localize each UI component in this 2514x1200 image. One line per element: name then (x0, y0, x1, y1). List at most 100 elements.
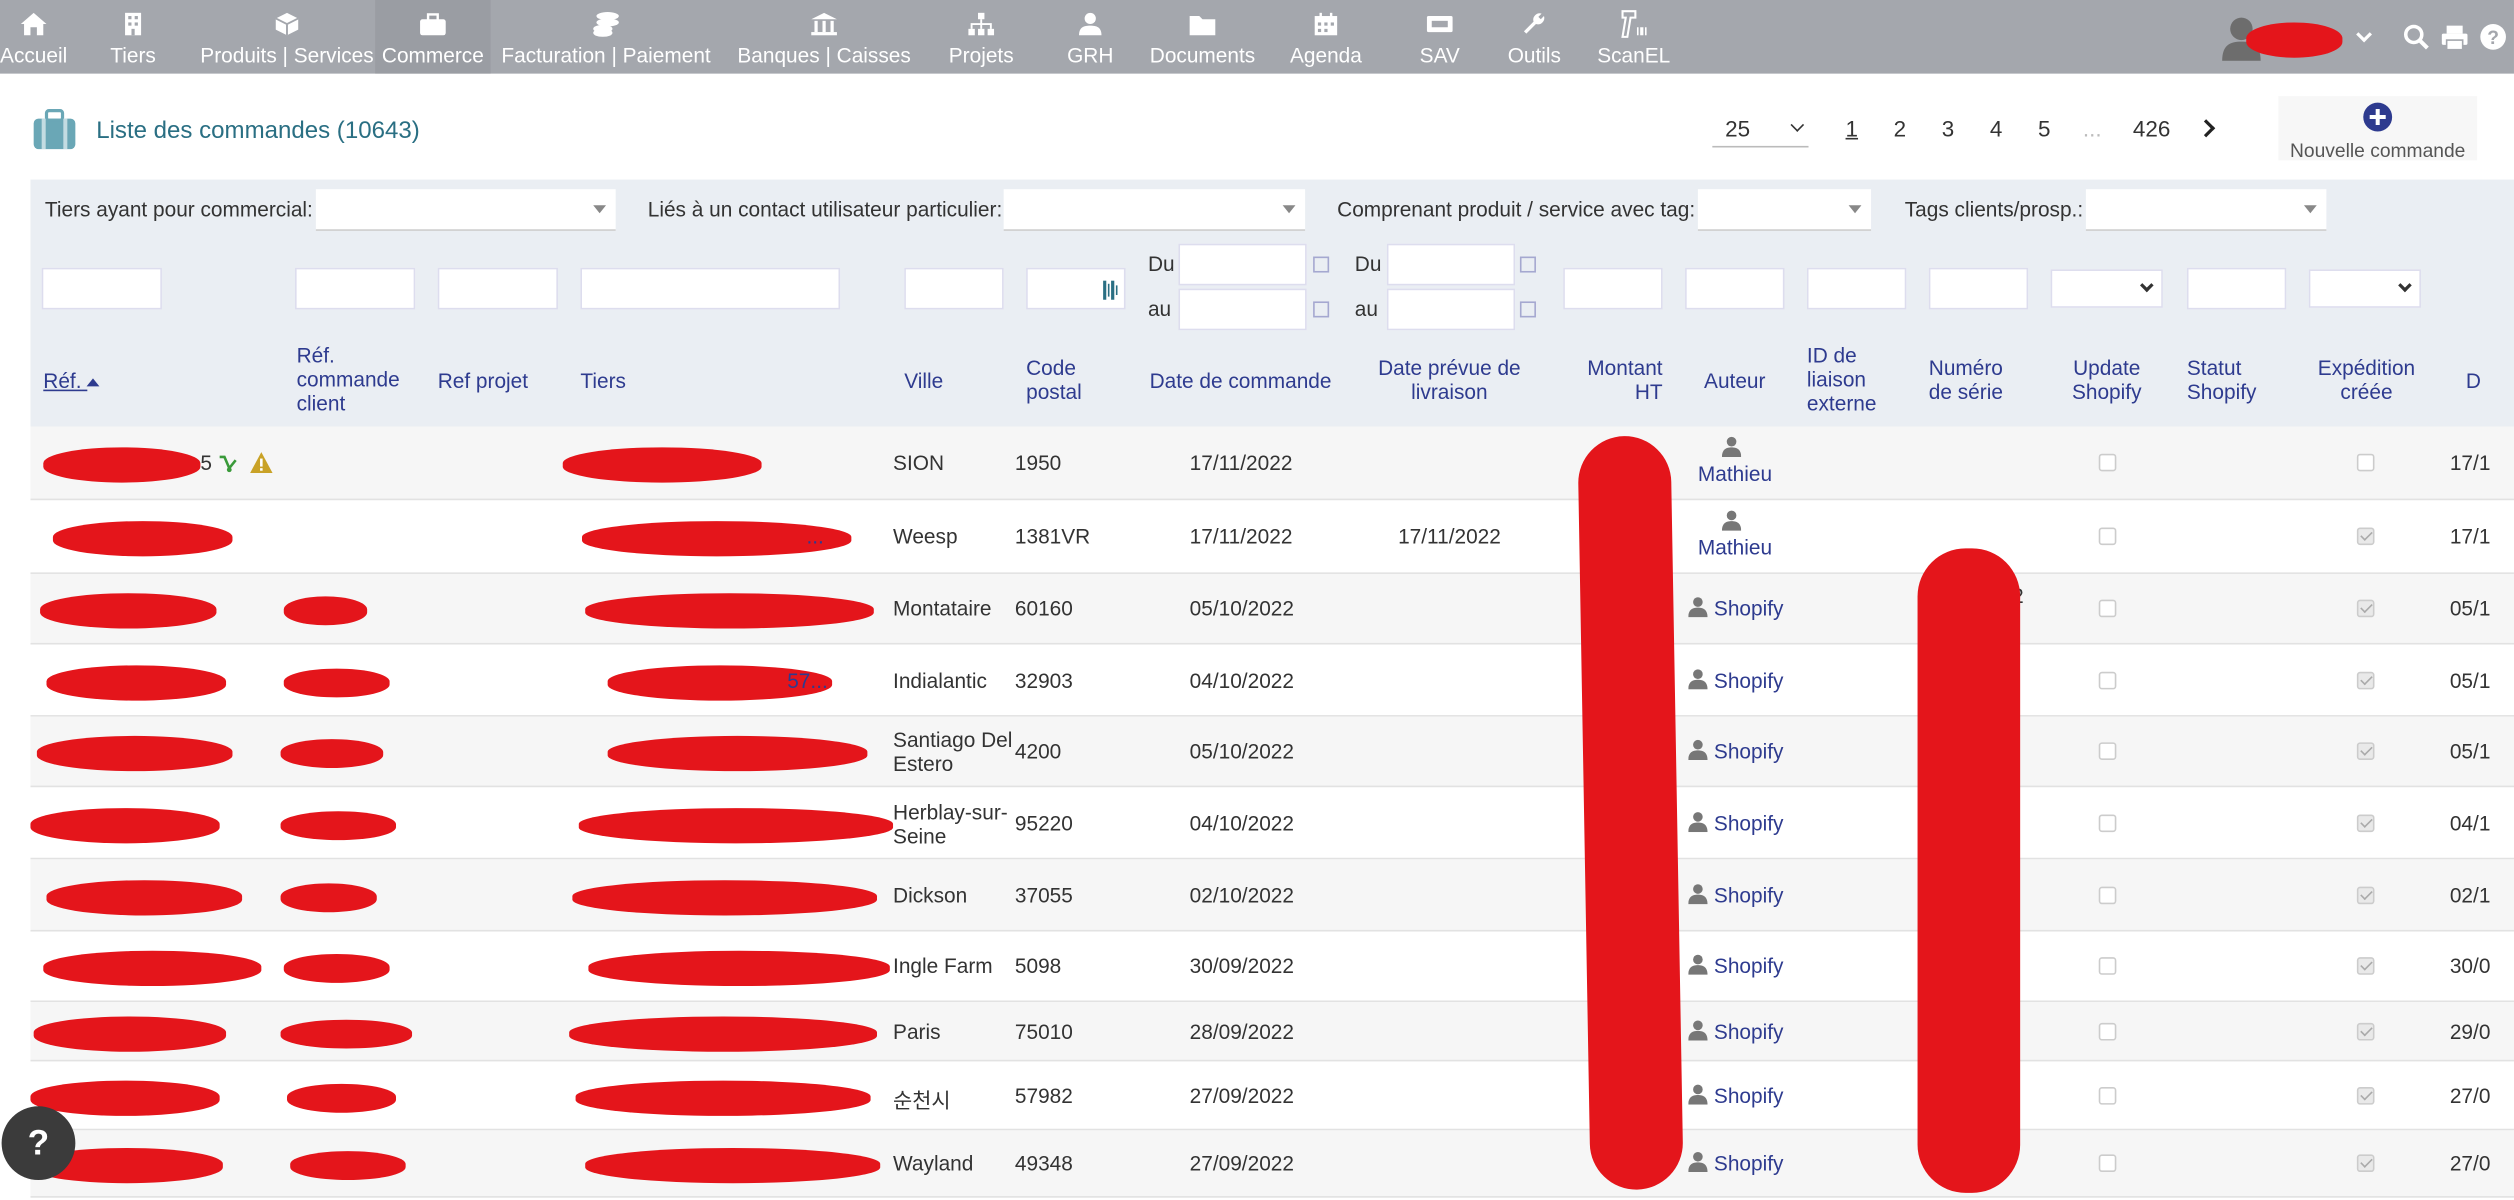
table-row[interactable]: 5 SION 1950 17/11/2022 Mathieu 17/1 (30, 426, 2514, 501)
filter-contact-select[interactable] (1003, 189, 1306, 231)
nav-accueil[interactable]: Accueil (0, 0, 67, 74)
nav-projets[interactable]: Projets (943, 0, 1020, 74)
redacted-ref[interactable] (36, 735, 233, 772)
nav-facturation-paiement[interactable]: Facturation | Paiement (491, 0, 722, 74)
help-circle-icon[interactable]: ? (2479, 22, 2508, 51)
table-row[interactable]: 순천시 57982 27/09/2022 Shopify 27/0 (30, 1061, 2514, 1131)
redacted-tiers[interactable] (578, 808, 894, 844)
col-montant-header[interactable]: Montant HT (1578, 356, 1662, 404)
redacted-tiers[interactable] (562, 447, 762, 483)
update-shopify-checkbox[interactable] (2098, 1022, 2117, 1041)
search-ref-client-input[interactable] (295, 267, 416, 310)
calendar-icon[interactable] (1519, 301, 1536, 318)
update-shopify-checkbox[interactable] (2098, 527, 2117, 546)
filter-commercial-select[interactable] (315, 189, 616, 231)
print-icon[interactable] (2440, 22, 2469, 51)
redacted-ref[interactable] (40, 593, 217, 629)
col-statut-shopify-header[interactable]: Statut Shopify (2187, 356, 2283, 404)
expedition-checkbox[interactable] (2356, 527, 2375, 546)
nav-agenda[interactable]: Agenda (1276, 0, 1375, 74)
nav-produits-services[interactable]: Produits | Services (199, 0, 375, 74)
col-ref-projet-header[interactable]: Ref projet (438, 369, 528, 393)
search-id-liaison-input[interactable] (1806, 267, 1907, 310)
expedition-checkbox[interactable] (2356, 1087, 2375, 1105)
auteur-link[interactable]: Shopify (1714, 1020, 1784, 1044)
col-cp-header[interactable]: Code postal (1026, 356, 1106, 404)
nav-banques-caisses[interactable]: Banques | Caisses (721, 0, 926, 74)
redacted-ref[interactable] (43, 447, 201, 483)
table-row[interactable]: Ingle Farm509830/09/20225Shopify30/0 (30, 932, 2514, 1003)
auteur-link[interactable]: Shopify (1714, 1084, 1784, 1108)
col-ref-client-header[interactable]: Réf. commande client (297, 343, 425, 415)
redacted-ref[interactable] (46, 880, 243, 916)
search-statut-shopify-input[interactable] (2186, 267, 2287, 310)
expedition-checkbox[interactable] (2356, 599, 2375, 618)
redacted-tiers[interactable] (607, 735, 868, 772)
nav-documents[interactable]: Documents (1142, 0, 1264, 74)
auteur-link[interactable]: Shopify (1714, 811, 1784, 835)
redacted-tiers[interactable] (569, 1016, 878, 1052)
expedition-checkbox[interactable] (2356, 886, 2375, 905)
calendar-icon[interactable] (1313, 256, 1330, 273)
auteur-link[interactable]: Shopify (1714, 669, 1784, 693)
update-shopify-checkbox[interactable] (2098, 957, 2117, 975)
update-shopify-checkbox[interactable] (2098, 742, 2117, 760)
update-shopify-select[interactable] (2050, 269, 2163, 308)
page-4[interactable]: 4 (1972, 115, 2020, 141)
auteur-link[interactable]: Mathieu (1698, 536, 1772, 560)
table-row[interactable]: Santiago Del Estero420005/10/20225Shopif… (30, 716, 2514, 788)
next-page-icon[interactable] (2197, 119, 2216, 138)
col-update-shopify-header[interactable]: Update Shopify (2051, 356, 2163, 404)
redacted-tiers[interactable] (588, 950, 890, 987)
new-order-button[interactable]: Nouvelle commande (2278, 96, 2478, 162)
nav-scanel[interactable]: ScanEL (1594, 0, 1674, 74)
search-icon[interactable] (2402, 22, 2431, 51)
auteur-link[interactable]: Shopify (1714, 1151, 1784, 1175)
col-expedition-header[interactable]: Expédition créée (2309, 356, 2424, 404)
nav-tiers[interactable]: Tiers (67, 0, 198, 74)
search-ref-projet-input[interactable] (437, 267, 558, 310)
filter-tag-select[interactable] (1697, 189, 1872, 231)
col-serie-header[interactable]: Numéro de série (1929, 356, 2025, 404)
nav-grh[interactable]: GRH (1039, 0, 1142, 74)
expedition-checkbox[interactable] (2356, 453, 2375, 472)
table-row[interactable]: Montataire6016005/10/2022Shopify205/1 (30, 573, 2514, 645)
per-page-select[interactable]: 25 (1712, 109, 1809, 148)
table-row[interactable]: ...Weesp1381VR17/11/202217/11/20224Mathi… (30, 500, 2514, 574)
expedition-checkbox[interactable] (2356, 671, 2375, 690)
calendar-icon[interactable] (1519, 256, 1536, 273)
expedition-checkbox[interactable] (2356, 957, 2375, 975)
date-commande-from-input[interactable] (1178, 243, 1307, 286)
col-date-commande-header[interactable]: Date de commande (1150, 369, 1332, 393)
expedition-checkbox[interactable] (2356, 742, 2375, 760)
table-row[interactable]: Dickson3705502/10/20225Shopify02/1 (30, 859, 2514, 932)
redacted-tiers[interactable] (575, 1080, 871, 1116)
col-auteur-header[interactable]: Auteur (1685, 369, 1784, 393)
col-ville-header[interactable]: Ville (904, 369, 943, 393)
table-row[interactable]: Paris 75010 28/09/2022 Shopify 29/0 (30, 1002, 2514, 1062)
update-shopify-checkbox[interactable] (2098, 671, 2117, 690)
filter-client-tags-select[interactable] (2085, 189, 2327, 231)
table-row[interactable]: Herblay-sur-Seine9522004/10/20224Shopify… (30, 787, 2514, 860)
update-shopify-checkbox[interactable] (2098, 886, 2117, 905)
search-tiers-input[interactable] (580, 267, 841, 310)
search-ville-input[interactable] (904, 267, 1004, 310)
redacted-ref[interactable] (30, 808, 220, 844)
page-last[interactable]: 426 (2116, 115, 2187, 141)
date-commande-to-input[interactable] (1178, 288, 1307, 331)
redacted-tiers[interactable] (585, 593, 874, 629)
auteur-link[interactable]: Shopify (1714, 883, 1784, 907)
table-row[interactable]: Wayland 49348 27/09/2022 Shopify 27/0 (30, 1130, 2514, 1198)
page-3[interactable]: 3 (1924, 115, 1972, 141)
redacted-ref[interactable] (46, 665, 227, 701)
update-shopify-checkbox[interactable] (2098, 1087, 2117, 1105)
nav-outils[interactable]: Outils (1494, 0, 1574, 74)
expedition-checkbox[interactable] (2356, 814, 2375, 833)
help-button[interactable]: ? (1, 1106, 76, 1181)
search-auteur-input[interactable] (1685, 267, 1785, 310)
page-5[interactable]: 5 (2020, 115, 2068, 141)
expedition-checkbox[interactable] (2356, 1154, 2375, 1173)
search-cp-input[interactable] (1026, 267, 1126, 310)
user-menu[interactable] (2221, 13, 2380, 61)
page-1[interactable]: 1 (1828, 115, 1876, 141)
